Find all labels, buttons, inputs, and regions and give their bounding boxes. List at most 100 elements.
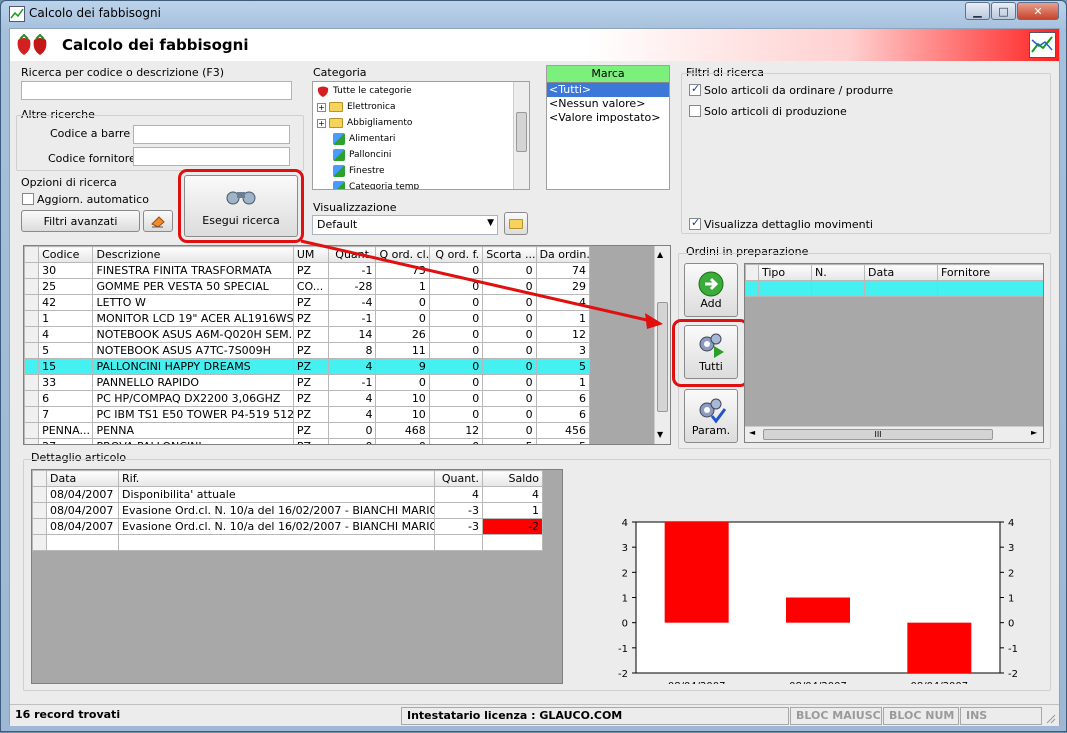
row-indicator[interactable] xyxy=(24,390,40,407)
eraser-icon xyxy=(151,216,165,228)
show-movements-checkbox[interactable] xyxy=(689,216,701,230)
table-row[interactable]: 42 LETTO W PZ -4 0 0 0 4 xyxy=(24,294,591,311)
articles-grid[interactable]: Codice Descrizione UM Quant. Q ord. cl. Q ord… xyxy=(23,245,671,445)
view-select[interactable]: Default ▼ xyxy=(312,215,498,235)
table-row[interactable]: 25 GOMME PER VESTA 50 SPECIAL CO... -28 1 0 0 2… xyxy=(24,278,591,295)
column-header[interactable]: Q ord. f. xyxy=(428,246,484,263)
brand-item-none[interactable]: <Nessun valore> xyxy=(547,97,669,111)
category-tree[interactable]: Tutte le categorie + Elettronica + Abbigli… xyxy=(312,81,530,190)
table-row[interactable]: 30 FINESTRA FINITA TRASFORMATA PZ -1 73 0 0 74 xyxy=(24,262,591,279)
column-header[interactable]: Da ordin. xyxy=(535,246,591,263)
column-header[interactable]: Data xyxy=(864,264,938,281)
row-indicator[interactable] xyxy=(32,486,47,503)
column-header[interactable]: Codice xyxy=(38,246,94,263)
advanced-filters-button[interactable]: Filtri avanzati xyxy=(21,210,140,232)
column-header[interactable]: UM xyxy=(292,246,330,263)
table-row[interactable]: 7 PC IBM TS1 E50 TOWER P4-519 512... PZ 4 10… xyxy=(24,406,591,423)
column-header[interactable]: Descrizione xyxy=(92,246,294,263)
table-row-empty[interactable] xyxy=(32,534,543,551)
table-row[interactable]: 5 NOTEBOOK ASUS A7TC-7S009H PZ 8 11 0 0 3 xyxy=(24,342,591,359)
table-row[interactable]: PENNA... PENNA PZ 0 468 12 0 456 xyxy=(24,422,591,439)
articles-scrollbar[interactable]: ▲ ▼ xyxy=(654,246,670,444)
column-header[interactable]: Data xyxy=(46,470,119,487)
table-row[interactable]: 4 NOTEBOOK ASUS A6M-Q020H SEM... PZ 14 26 0 0 1… xyxy=(24,326,591,343)
row-indicator[interactable] xyxy=(24,326,40,343)
category-scrollbar[interactable] xyxy=(513,82,529,189)
expand-icon[interactable]: + xyxy=(317,102,326,112)
column-header[interactable]: Scorta ... xyxy=(482,246,537,263)
orders-new-row[interactable] xyxy=(745,280,1043,297)
supplier-code-input[interactable] xyxy=(133,147,290,166)
row-indicator[interactable] xyxy=(32,518,47,535)
table-row[interactable]: 08/04/2007 Disponibilita' attuale 4 4 xyxy=(32,486,543,503)
clear-filters-button[interactable] xyxy=(143,210,173,232)
table-row[interactable]: 15 PALLONCINI HAPPY DREAMS PZ 4 9 0 0 5 xyxy=(24,358,591,375)
only-production-checkbox[interactable] xyxy=(689,105,701,117)
row-indicator[interactable] xyxy=(24,262,40,279)
resize-grip-icon[interactable] xyxy=(1044,712,1056,724)
tree-item-all[interactable]: Tutte le categorie xyxy=(317,83,412,99)
table-cell: 0 xyxy=(482,326,537,343)
table-row[interactable]: 08/04/2007 Evasione Ord.cl. N. 10/a del 1… xyxy=(32,518,543,535)
row-indicator[interactable] xyxy=(24,294,40,311)
orders-scroll-thumb[interactable]: III xyxy=(763,429,993,440)
table-cell: 14 xyxy=(328,326,377,343)
column-header[interactable]: Quant. xyxy=(328,246,377,263)
table-row[interactable]: 6 PC HP/COMPAQ DX2200 3,06GHZ PZ 4 10 0 0 6 xyxy=(24,390,591,407)
row-indicator[interactable] xyxy=(24,342,40,359)
table-row[interactable]: 27PROVA PALLONCINIPZ00055 xyxy=(24,438,591,444)
bar xyxy=(664,522,729,623)
table-cell: 0 xyxy=(428,390,484,407)
close-button[interactable]: ✕ xyxy=(1017,2,1059,20)
orders-grid[interactable]: Tipo N. Data Fornitore ◄ III ► xyxy=(744,263,1044,443)
column-header[interactable]: Q ord. cl. xyxy=(375,246,430,263)
minimize-button[interactable]: ▁ xyxy=(965,2,990,20)
table-cell: PZ xyxy=(292,406,330,423)
brand-list[interactable]: Marca <Tutti> <Nessun valore> <Valore im… xyxy=(546,65,670,190)
tree-item-alimentari[interactable]: Alimentari xyxy=(333,131,395,147)
auto-update-checkbox[interactable] xyxy=(22,193,34,205)
column-header[interactable]: N. xyxy=(811,264,865,281)
column-header[interactable]: Rif. xyxy=(118,470,435,487)
column-header[interactable]: Saldo xyxy=(482,470,543,487)
column-header[interactable]: Fornitore xyxy=(937,264,1043,281)
row-indicator[interactable] xyxy=(32,502,47,519)
parameters-button[interactable]: Param. xyxy=(684,389,738,443)
barcode-input[interactable] xyxy=(133,125,290,144)
table-cell: 0 xyxy=(482,422,537,439)
table-row[interactable]: 1 MONITOR LCD 19" ACER AL1916WS... PZ -1 0 0 0… xyxy=(24,310,591,327)
brand-item-all[interactable]: <Tutti> xyxy=(547,83,669,97)
tree-item-elettronica[interactable]: + Elettronica xyxy=(317,99,395,115)
tree-item-finestre[interactable]: Finestre xyxy=(333,163,385,179)
code-desc-search-input[interactable] xyxy=(21,81,292,100)
tree-item-abbigliamento[interactable]: + Abbigliamento xyxy=(317,115,412,131)
row-indicator[interactable] xyxy=(24,310,40,327)
column-header[interactable]: Tipo xyxy=(758,264,812,281)
table-row[interactable]: 33 PANNELLO RAPIDO PZ -1 0 0 0 1 xyxy=(24,374,591,391)
table-cell: 6 xyxy=(535,406,591,423)
table-row[interactable]: 08/04/2007 Evasione Ord.cl. N. 10/a del 1… xyxy=(32,502,543,519)
tree-item-palloncini[interactable]: Palloncini xyxy=(333,147,391,163)
row-indicator[interactable] xyxy=(24,422,40,439)
header-banner: Calcolo dei fabbisogni xyxy=(10,29,1059,61)
only-to-order-checkbox[interactable] xyxy=(689,82,701,96)
tree-item-categoria-temp[interactable]: Categoria temp xyxy=(333,179,419,189)
detail-grid[interactable]: Data Rif. Quant. Saldo 08/04/2007 Disponibil… xyxy=(31,469,563,684)
add-order-button[interactable]: Add xyxy=(684,263,738,317)
maximize-button[interactable]: □ xyxy=(991,2,1016,20)
column-header[interactable]: Quant. xyxy=(434,470,483,487)
chart-app-icon[interactable] xyxy=(1029,32,1056,58)
table-cell: 0 xyxy=(428,406,484,423)
row-indicator[interactable] xyxy=(24,406,40,423)
brand-item-set[interactable]: <Valore impostato> xyxy=(547,111,669,125)
table-cell: PZ xyxy=(292,310,330,327)
row-indicator[interactable] xyxy=(24,278,40,295)
open-view-button[interactable] xyxy=(504,212,528,235)
row-indicator[interactable] xyxy=(24,374,40,391)
orders-hscrollbar[interactable]: ◄ III ► xyxy=(745,426,1043,442)
row-indicator[interactable] xyxy=(24,358,40,375)
table-cell: 0 xyxy=(428,262,484,279)
row-indicator[interactable] xyxy=(24,438,40,444)
expand-icon[interactable]: + xyxy=(317,118,326,128)
table-cell: 4 xyxy=(328,406,377,423)
